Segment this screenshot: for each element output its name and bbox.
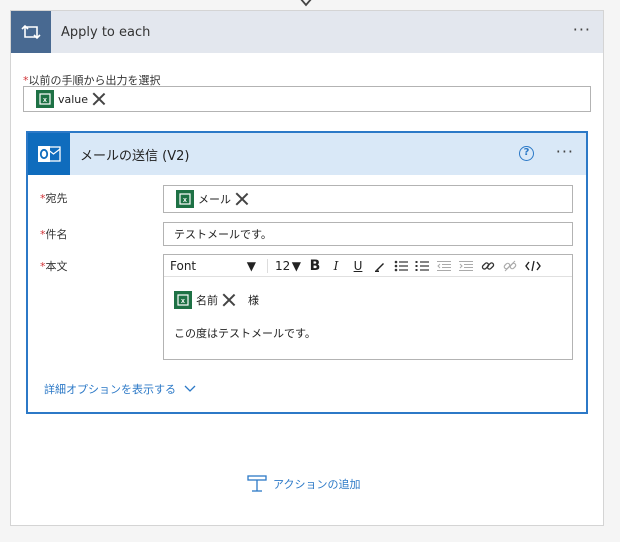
link-icon[interactable]	[477, 255, 499, 277]
dropdown-arrow-icon: ▼	[291, 258, 301, 273]
body-label: *本文	[40, 260, 68, 273]
dropdown-arrow-icon: ▼	[246, 258, 256, 273]
remove-token-icon[interactable]	[92, 92, 106, 106]
send-email-card: メールの送信 (V2) ? ··· *宛先 x メール *件名 テストメールです…	[26, 131, 588, 414]
apply-to-each-container: Apply to each ··· *以前の手順から出力を選択 x value	[10, 10, 604, 526]
underline-button[interactable]: U	[347, 255, 369, 277]
send-email-title: メールの送信 (V2)	[80, 148, 190, 164]
italic-button[interactable]: I	[325, 255, 347, 277]
help-icon[interactable]: ?	[519, 146, 534, 161]
rich-text-toolbar: Font ▼ 12 ▼ B I U	[164, 255, 572, 277]
subject-field[interactable]: テストメールです。	[163, 222, 573, 246]
svg-text:x: x	[181, 298, 185, 305]
body-text-suffix: 様	[248, 294, 259, 307]
font-select[interactable]: Font ▼	[164, 255, 264, 277]
subject-label: *件名	[40, 228, 68, 241]
mail-token[interactable]: x メール	[176, 189, 249, 209]
highlight-pen-icon[interactable]	[369, 255, 391, 277]
numbered-list-icon[interactable]	[411, 255, 433, 277]
add-action-button[interactable]: アクションの追加	[247, 475, 360, 493]
svg-text:x: x	[43, 97, 47, 104]
outlook-icon	[28, 133, 70, 175]
bold-button[interactable]: B	[305, 255, 325, 277]
excel-icon: x	[36, 90, 54, 108]
body-text-line: この度はテストメールです。	[174, 327, 316, 340]
chevron-down-icon	[184, 385, 196, 392]
code-view-icon[interactable]	[521, 255, 545, 277]
loop-icon	[11, 11, 51, 53]
show-advanced-options-link[interactable]: 詳細オプションを表示する	[44, 381, 196, 397]
decrease-indent-icon[interactable]	[433, 255, 455, 277]
select-output-field[interactable]: x value	[23, 86, 591, 112]
card-more-options-button[interactable]: ···	[556, 144, 574, 160]
increase-indent-icon[interactable]	[455, 255, 477, 277]
add-action-icon	[247, 475, 267, 492]
svg-text:x: x	[183, 197, 187, 204]
excel-icon: x	[176, 190, 194, 208]
more-options-button[interactable]: ···	[573, 22, 591, 38]
send-email-header[interactable]: メールの送信 (V2) ? ···	[28, 133, 586, 175]
connector-arrow-icon	[300, 0, 312, 7]
body-editor[interactable]: Font ▼ 12 ▼ B I U x 名前 様 この度はテストメールです。	[163, 254, 573, 360]
remove-token-icon[interactable]	[235, 192, 249, 206]
subject-value: テストメールです。	[174, 228, 272, 241]
apply-to-each-header[interactable]: Apply to each ···	[11, 11, 603, 53]
bullet-list-icon[interactable]	[391, 255, 411, 277]
name-token[interactable]: x 名前	[174, 290, 236, 310]
remove-token-icon[interactable]	[222, 293, 236, 307]
font-size-select[interactable]: 12 ▼	[271, 255, 305, 277]
body-content[interactable]: x 名前 様 この度はテストメールです。	[174, 289, 316, 341]
to-label: *宛先	[40, 192, 68, 205]
to-field[interactable]: x メール	[163, 185, 573, 213]
apply-to-each-title: Apply to each	[61, 24, 151, 40]
unlink-icon[interactable]	[499, 255, 521, 277]
excel-icon: x	[174, 291, 192, 309]
value-token[interactable]: x value	[36, 89, 106, 109]
